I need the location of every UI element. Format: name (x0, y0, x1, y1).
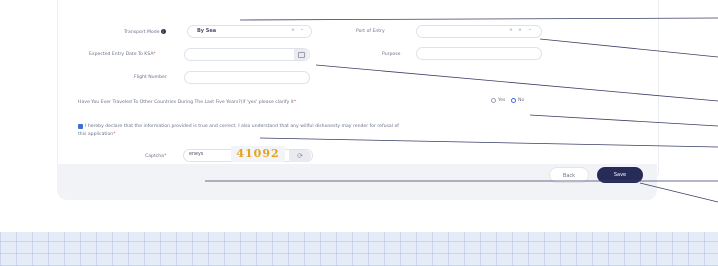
port-of-entry-select[interactable] (416, 25, 542, 38)
chevron-down-icon[interactable]: ⌄ (300, 27, 304, 32)
clear-icon[interactable]: × (518, 28, 522, 33)
save-button[interactable]: Save (597, 167, 643, 183)
decorative-pattern-band (0, 232, 718, 266)
captcha-image: 41092 (231, 146, 285, 162)
declaration-text-line1: I hereby declare that the information pr… (85, 124, 399, 129)
transport-mode-label: Transport Mode i (124, 29, 166, 35)
captcha-label: Captcha* (145, 154, 167, 159)
declaration-text-line2: this application* (78, 132, 116, 137)
expected-entry-date-label: Expected Entry Date To KSA* (89, 52, 156, 57)
transport-mode-value: By Sea (197, 28, 217, 34)
travel-question-label: Have You Ever Traveled To Other Countrie… (78, 100, 297, 105)
radio-no[interactable] (511, 98, 516, 103)
flight-number-label: Flight Number (134, 75, 167, 80)
flight-number-input[interactable] (184, 71, 310, 84)
radio-yes-label: Yes (498, 98, 506, 103)
radio-no-label: No (518, 98, 525, 103)
info-icon: i (160, 29, 166, 34)
expected-entry-date-input[interactable] (184, 48, 310, 61)
radio-yes[interactable] (491, 98, 496, 103)
port-of-entry-label: Port of Entry (356, 29, 385, 34)
declaration-checkbox[interactable] (78, 124, 83, 129)
purpose-label: Purpose (382, 52, 401, 57)
clear-icon[interactable]: × (509, 28, 513, 33)
chevron-down-icon[interactable]: ⌄ (528, 27, 532, 32)
purpose-input[interactable] (416, 47, 542, 60)
back-button[interactable]: Back (549, 167, 589, 183)
calendar-icon[interactable] (294, 49, 308, 60)
clear-icon[interactable]: × (291, 28, 295, 33)
refresh-icon[interactable]: ⟳ (289, 150, 311, 162)
captcha-input-value: eneys (189, 152, 204, 157)
